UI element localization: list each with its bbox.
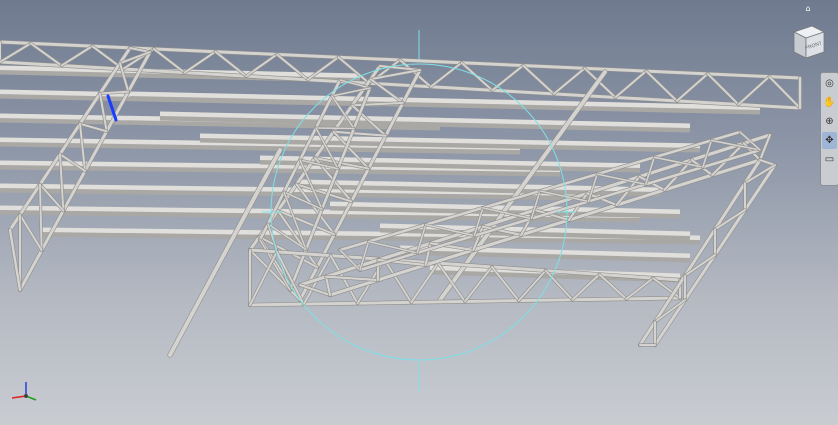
left-truss-diagonal-face[interactable] xyxy=(19,213,43,252)
front-bottom-truss-diagonal-face[interactable] xyxy=(625,277,655,300)
3d-viewport[interactable] xyxy=(0,0,838,425)
nav-orbit-icon[interactable]: ✥ xyxy=(822,132,837,149)
nav-look-at-icon[interactable]: ▭ xyxy=(822,151,837,168)
back-truss-diagonal-face[interactable] xyxy=(675,72,709,102)
navigation-bar: ◎ ✋ ⊕ ✥ ▭ xyxy=(820,72,838,186)
left-truss-diagonal-face[interactable] xyxy=(79,122,108,133)
back-truss-diagonal-face[interactable] xyxy=(460,61,494,92)
nav-zoom-icon[interactable]: ⊕ xyxy=(822,113,837,130)
back-truss-diagonal-face[interactable] xyxy=(183,50,217,74)
right-leg-truss-diagonal-face[interactable] xyxy=(654,299,686,323)
back-truss-diagonal-face[interactable] xyxy=(768,75,801,109)
back-truss-diagonal-face[interactable] xyxy=(737,75,771,106)
truss-model-scene[interactable] xyxy=(0,0,838,425)
back-truss-diagonal-face[interactable] xyxy=(645,70,678,102)
front-bottom-truss-diagonal-face[interactable] xyxy=(383,258,413,304)
viewcube-home-icon[interactable]: ⌂ xyxy=(801,4,815,14)
back-truss-diagonal-face[interactable] xyxy=(60,45,94,67)
right-leg-truss-vertical-face[interactable] xyxy=(759,159,776,166)
viewcube-icon[interactable]: FRONT xyxy=(788,22,828,62)
back-truss-diagonal-face[interactable] xyxy=(706,72,740,106)
nav-steering-wheel-icon[interactable]: ◎ xyxy=(822,75,837,92)
middle-truss-b-diagonal-face[interactable] xyxy=(331,87,371,97)
viewcube[interactable]: FRONT xyxy=(788,22,828,62)
back-truss-diagonal-face[interactable] xyxy=(552,67,586,95)
coordinate-triad-icon xyxy=(11,382,37,401)
nav-pan-icon[interactable]: ✋ xyxy=(822,94,837,111)
back-truss-diagonal-face[interactable] xyxy=(522,64,555,95)
front-bottom-truss-diagonal-face[interactable] xyxy=(249,250,278,306)
back-truss-diagonal-face[interactable] xyxy=(614,70,648,99)
back-truss-diagonal-face[interactable] xyxy=(0,42,32,63)
